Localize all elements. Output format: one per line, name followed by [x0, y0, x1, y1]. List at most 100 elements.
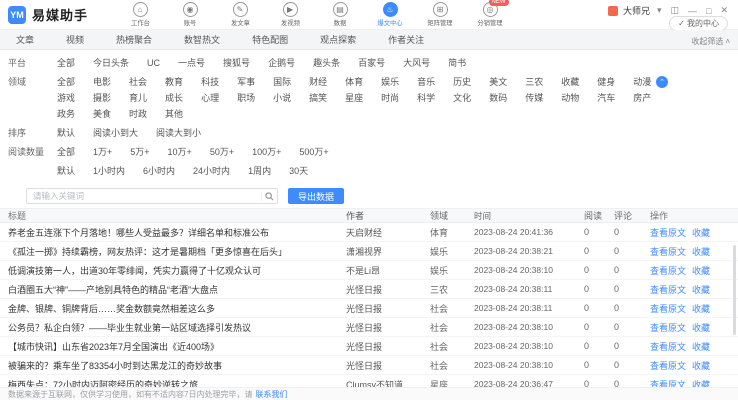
- filter-chip[interactable]: 科学: [410, 91, 442, 105]
- nav-item[interactable]: ◎ NEW 分销管理: [468, 0, 512, 28]
- filter-chip[interactable]: 成长: [158, 91, 190, 105]
- filter-chip[interactable]: 音乐: [410, 75, 442, 89]
- filter-chip[interactable]: 其他: [158, 107, 190, 121]
- tab[interactable]: 特色配图: [236, 30, 304, 49]
- filter-chip[interactable]: 收藏: [554, 75, 586, 89]
- favorite-link[interactable]: 收藏: [692, 302, 710, 315]
- article-title[interactable]: 金牌、银牌、铜牌背后……奖金数额竟然相差这么多: [0, 302, 346, 315]
- article-title[interactable]: 低调演技第一人，出道30年零绯闻，凭实力赢得了十亿观众认可: [0, 264, 346, 277]
- filter-chip[interactable]: 文化: [446, 91, 478, 105]
- filter-chip[interactable]: 汽车: [590, 91, 622, 105]
- nav-item[interactable]: ⊞ 矩阵管理: [418, 1, 462, 28]
- filter-chip[interactable]: 职场: [230, 91, 262, 105]
- filter-chip[interactable]: 6小时内: [136, 164, 182, 178]
- filter-chip[interactable]: 今日头条: [86, 56, 136, 70]
- filter-chip[interactable]: 三农: [518, 75, 550, 89]
- tab[interactable]: 数智热文: [168, 30, 236, 49]
- filter-chip[interactable]: 财经: [302, 75, 334, 89]
- filter-chip[interactable]: 传媒: [518, 91, 550, 105]
- filter-chip[interactable]: 数码: [482, 91, 514, 105]
- view-original-link[interactable]: 查看原文: [650, 226, 686, 239]
- favorite-link[interactable]: 收藏: [692, 264, 710, 277]
- filter-chip[interactable]: 摄影: [86, 91, 118, 105]
- filter-chip[interactable]: 时尚: [374, 91, 406, 105]
- filter-chip[interactable]: 搜狐号: [216, 56, 257, 70]
- filter-chip[interactable]: 百家号: [351, 56, 392, 70]
- filter-chip[interactable]: 1万+: [86, 145, 119, 159]
- filter-chip[interactable]: 阅读大到小: [149, 126, 208, 140]
- export-data-button[interactable]: 导出数据: [288, 188, 345, 204]
- view-original-link[interactable]: 查看原文: [650, 283, 686, 296]
- filter-chip[interactable]: 动漫: [626, 75, 658, 89]
- filter-chip[interactable]: 30天: [282, 164, 315, 178]
- filter-chip[interactable]: 社会: [122, 75, 154, 89]
- user-avatar[interactable]: [607, 5, 618, 16]
- collapse-filter-button[interactable]: 收起筛选 ˄: [691, 31, 730, 51]
- nav-item[interactable]: ▶ 发视频: [268, 1, 312, 28]
- close-icon[interactable]: ✕: [718, 5, 730, 16]
- filter-chip[interactable]: 教育: [158, 75, 190, 89]
- view-original-link[interactable]: 查看原文: [650, 321, 686, 334]
- article-title[interactable]: 【城市快讯】山东省2023年7月全国演出《近400场》: [0, 340, 346, 353]
- article-title[interactable]: 公务员？私企白领？——毕业生就业第一站区域选择引发热议: [0, 321, 346, 334]
- search-input[interactable]: [27, 191, 261, 201]
- filter-chip[interactable]: 24小时内: [186, 164, 237, 178]
- filter-chip[interactable]: 星座: [338, 91, 370, 105]
- filter-chip[interactable]: 美文: [482, 75, 514, 89]
- filter-chip[interactable]: 国际: [266, 75, 298, 89]
- filter-chip[interactable]: 全部: [50, 145, 82, 159]
- filter-chip[interactable]: 1周内: [241, 164, 278, 178]
- filter-chip[interactable]: 搞笑: [302, 91, 334, 105]
- filter-chip[interactable]: 1小时内: [86, 164, 132, 178]
- filter-chip[interactable]: UC: [140, 56, 167, 70]
- filter-chip[interactable]: 简书: [441, 56, 473, 70]
- favorite-link[interactable]: 收藏: [692, 283, 710, 296]
- view-original-link[interactable]: 查看原文: [650, 340, 686, 353]
- filter-chip[interactable]: 房产: [626, 91, 658, 105]
- favorite-link[interactable]: 收藏: [692, 340, 710, 353]
- filter-chip[interactable]: 小说: [266, 91, 298, 105]
- minimize-icon[interactable]: —: [686, 6, 699, 16]
- user-dropdown-icon[interactable]: ▾: [655, 5, 664, 16]
- tab[interactable]: 文章: [0, 30, 50, 49]
- tab[interactable]: 视频: [50, 30, 100, 49]
- filter-chip[interactable]: 心理: [194, 91, 226, 105]
- favorite-link[interactable]: 收藏: [692, 359, 710, 372]
- filter-chip[interactable]: 体育: [338, 75, 370, 89]
- view-original-link[interactable]: 查看原文: [650, 359, 686, 372]
- article-title[interactable]: 养老金五连涨下个月落地！哪些人受益最多？详细名单和标准公布: [0, 226, 346, 239]
- filter-chip[interactable]: 娱乐: [374, 75, 406, 89]
- filter-chip[interactable]: 美食: [86, 107, 118, 121]
- filter-chip[interactable]: 历史: [446, 75, 478, 89]
- filter-chip[interactable]: 5万+: [123, 145, 156, 159]
- filter-chip[interactable]: 500万+: [292, 145, 335, 159]
- filter-chip[interactable]: 阅读小到大: [86, 126, 145, 140]
- filter-chip[interactable]: 政务: [50, 107, 82, 121]
- filter-chip[interactable]: 100万+: [245, 145, 288, 159]
- filter-chip[interactable]: 动物: [554, 91, 586, 105]
- favorite-link[interactable]: 收藏: [692, 321, 710, 334]
- filter-chip[interactable]: 趣头条: [306, 56, 347, 70]
- filter-chip[interactable]: 全部: [50, 75, 82, 89]
- article-title[interactable]: 被骗来的？乘车坐了83354小时到达黑龙江的奇妙故事: [0, 359, 346, 372]
- nav-item[interactable]: ✎ 发文章: [218, 1, 262, 28]
- scrollbar[interactable]: [733, 245, 736, 335]
- filter-chip[interactable]: 科技: [194, 75, 226, 89]
- article-title[interactable]: 白酒圈五大“神”——产地别具特色的精品“老酒”大盘点: [0, 283, 346, 296]
- article-title[interactable]: 《孤注一掷》持续霸榜，网友热评：这才是暑期档「更多惊喜在后头」: [0, 245, 346, 258]
- filter-chip[interactable]: 时政: [122, 107, 154, 121]
- tab[interactable]: 观点探索: [304, 30, 372, 49]
- favorite-link[interactable]: 收藏: [692, 226, 710, 239]
- theme-icon[interactable]: ◫: [669, 5, 682, 16]
- filter-chip[interactable]: 10万+: [161, 145, 199, 159]
- maximize-icon[interactable]: □: [704, 6, 713, 16]
- my-center-button[interactable]: ✓ 我的中心: [669, 16, 728, 31]
- filter-chip[interactable]: 默认: [50, 164, 82, 178]
- favorite-link[interactable]: 收藏: [692, 245, 710, 258]
- view-original-link[interactable]: 查看原文: [650, 245, 686, 258]
- search-icon[interactable]: [261, 191, 277, 201]
- filter-chip[interactable]: 50万+: [203, 145, 241, 159]
- view-original-link[interactable]: 查看原文: [650, 264, 686, 277]
- nav-item[interactable]: ▤ 数据: [318, 1, 362, 28]
- view-original-link[interactable]: 查看原文: [650, 302, 686, 315]
